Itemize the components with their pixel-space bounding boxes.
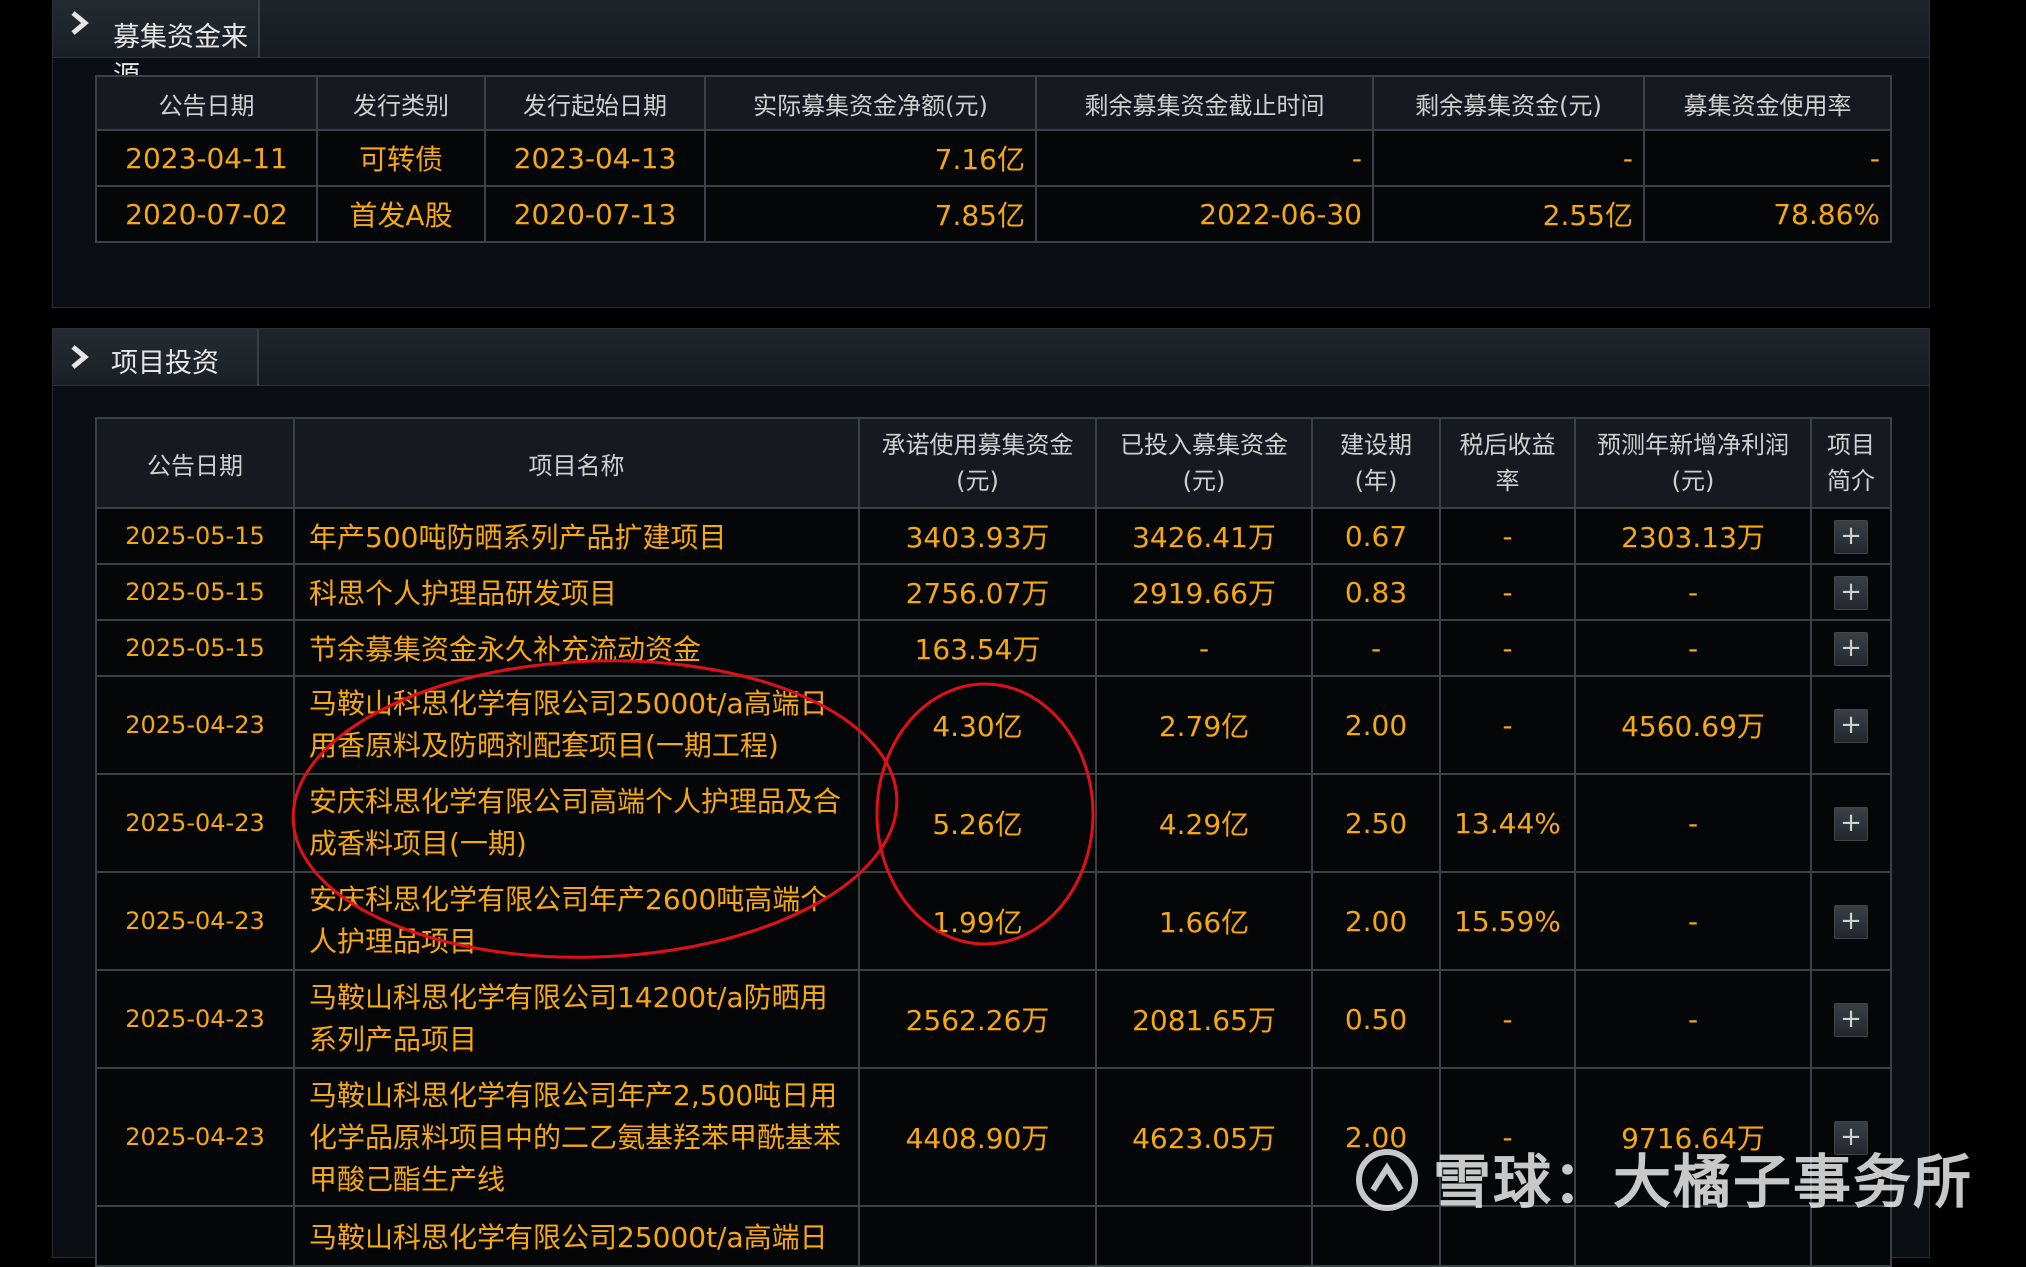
panel-header: 募集资金来源 — [53, 0, 1929, 92]
fund-source-table: 公告日期 发行类别 发行起始日期 实际募集资金净额(元) 剩余募集资金截止时间 … — [95, 75, 1892, 243]
cell: 可转债 — [316, 129, 486, 187]
col-header: 实际募集资金净额(元) — [704, 75, 1037, 131]
table-row: 2020-07-02 首发A股 2020-07-13 7.85亿 2022-06… — [95, 185, 1892, 243]
col-header: 剩余募集资金截止时间 — [1035, 75, 1374, 131]
cell: 2.55亿 — [1372, 185, 1645, 243]
cell: 7.85亿 — [704, 185, 1037, 243]
cell: 2020-07-13 — [484, 185, 706, 243]
cell: 2020-07-02 — [95, 185, 318, 243]
col-header: 公告日期 — [95, 75, 318, 131]
cell: 首发A股 — [316, 185, 486, 243]
fund-source-panel: 募集资金来源 公告日期 发行类别 发行起始日期 实际募集资金净额(元) 剩余募集… — [52, 0, 1930, 308]
cell: 2023-04-13 — [484, 129, 706, 187]
annotation-ellipse-names — [291, 659, 899, 959]
project-investment-panel: 项目投资 公告日期 项目名称 承诺使用募集资金 (元) 已投入募集资金 (元) 建设… — [52, 328, 1930, 1267]
col-header: 剩余募集资金(元) — [1372, 75, 1645, 131]
panel-tab[interactable]: 募集资金来源 — [53, 0, 260, 92]
chevron-right-icon — [71, 11, 89, 35]
cell: - — [1372, 129, 1645, 187]
cell: 2022-06-30 — [1035, 185, 1374, 243]
cell: 7.16亿 — [704, 129, 1037, 187]
annotation-ellipse-values — [875, 682, 1095, 946]
cell: 78.86% — [1643, 185, 1892, 243]
cell: - — [1035, 129, 1374, 187]
annotation-overlay — [291, 659, 1095, 959]
col-header: 发行类别 — [316, 75, 486, 131]
xueqiu-logo-icon — [1356, 1149, 1418, 1211]
cell: 2023-04-11 — [95, 129, 318, 187]
table-row: 2023-04-11 可转债 2023-04-13 7.16亿 - - - — [95, 129, 1892, 187]
watermark: 雪球：大橘子事务所 — [1355, 1135, 1973, 1219]
cell: - — [1643, 129, 1892, 187]
col-header: 募集资金使用率 — [1643, 75, 1892, 131]
watermark-text: 雪球：大橘子事务所 — [1433, 1148, 1974, 1216]
col-header: 发行起始日期 — [484, 75, 706, 131]
